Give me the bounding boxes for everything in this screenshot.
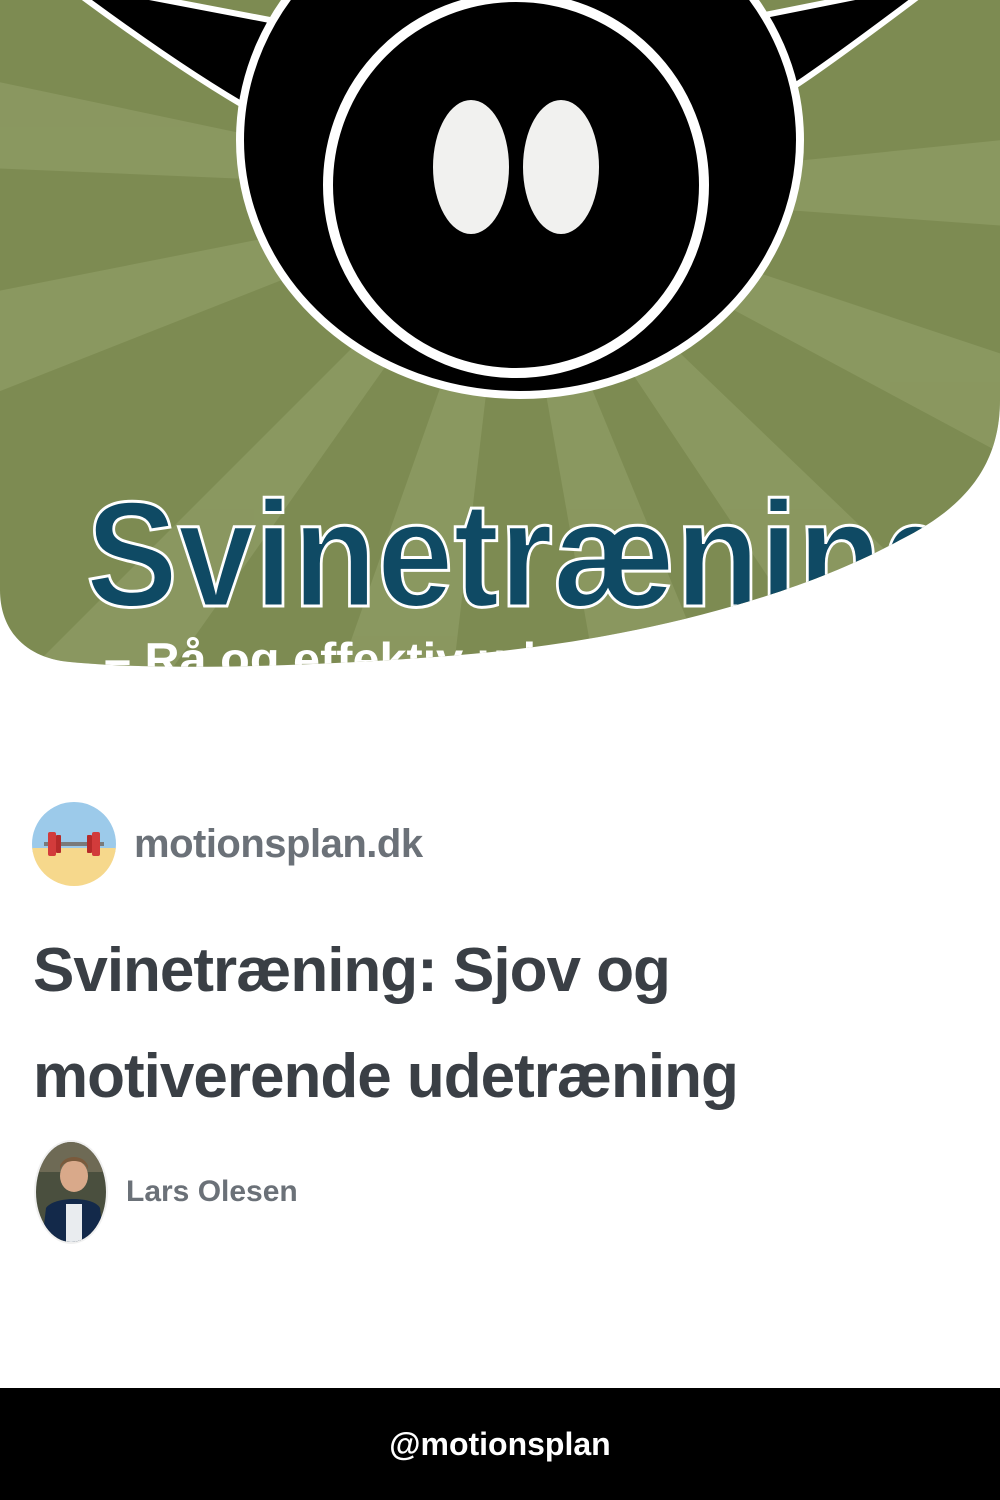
article-title[interactable]: Svinetræning: Sjov og motiverende udetræ… xyxy=(33,918,933,1130)
site-name[interactable]: motionsplan.dk xyxy=(134,822,423,867)
pin-card: Svinetræning – Rå og effektiv udetræning… xyxy=(0,0,1000,1500)
cover-subtitle: – Rå og effektiv udetræning xyxy=(104,633,744,670)
author-attribution[interactable]: Lars Olesen xyxy=(34,1140,298,1244)
author-name[interactable]: Lars Olesen xyxy=(126,1175,298,1209)
footer-handle[interactable]: @motionsplan xyxy=(389,1426,610,1463)
author-avatar[interactable] xyxy=(34,1140,108,1244)
footer-bar: @motionsplan xyxy=(0,1388,1000,1500)
site-attribution[interactable]: motionsplan.dk xyxy=(32,802,423,886)
cover-title: Svinetræning xyxy=(86,470,966,638)
barbell-icon xyxy=(32,802,116,886)
cover-image[interactable]: Svinetræning – Rå og effektiv udetræning xyxy=(0,0,1000,670)
